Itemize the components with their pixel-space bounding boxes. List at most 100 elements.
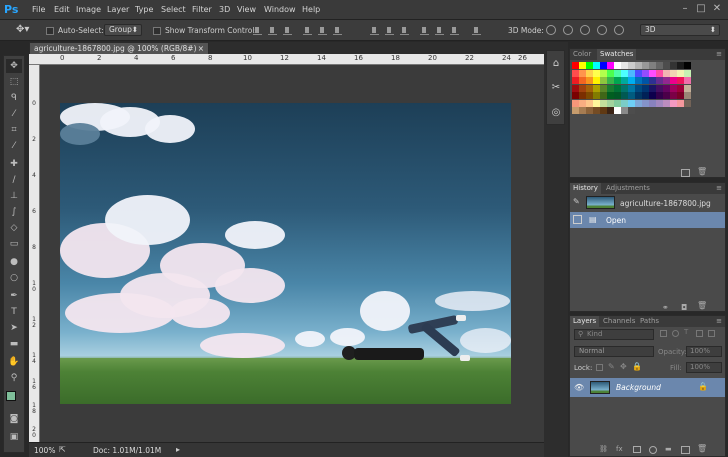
color-swatch[interactable] — [670, 69, 677, 77]
type-tool-icon[interactable]: T — [6, 305, 22, 319]
color-swatch[interactable] — [614, 92, 621, 99]
color-swatch[interactable] — [579, 99, 586, 107]
color-swatch[interactable] — [670, 92, 677, 99]
color-swatch[interactable] — [621, 69, 628, 77]
menu-3d[interactable]: 3D — [219, 5, 230, 14]
fill-field[interactable]: 100% — [686, 362, 722, 373]
color-swatch[interactable] — [635, 77, 642, 84]
lock-transparent-icon[interactable] — [596, 364, 603, 371]
path-select-tool-icon[interactable]: ➤ — [6, 321, 22, 335]
color-swatch[interactable] — [649, 77, 656, 84]
screen-mode-icon[interactable]: ▣ — [6, 430, 22, 444]
color-swatch[interactable] — [656, 92, 663, 99]
color-swatch[interactable] — [600, 92, 607, 99]
color-swatch[interactable] — [684, 99, 691, 107]
color-swatch[interactable] — [572, 84, 579, 92]
color-swatch[interactable] — [614, 107, 621, 114]
move-tool-icon[interactable]: ✥ — [6, 59, 22, 73]
color-swatch[interactable] — [684, 92, 691, 99]
color-swatch[interactable] — [642, 62, 649, 69]
menu-edit[interactable]: Edit — [54, 5, 70, 14]
new-document-from-state-icon[interactable]: ⚭ — [662, 303, 669, 312]
color-swatch[interactable] — [649, 69, 656, 77]
color-swatch[interactable] — [593, 107, 600, 114]
new-layer-icon[interactable] — [681, 446, 690, 454]
creative-cloud-icon[interactable]: ◎ — [549, 106, 563, 120]
brush-tool-icon[interactable]: ∕ — [6, 173, 22, 187]
new-group-icon[interactable]: ▬ — [665, 445, 672, 453]
color-swatch[interactable] — [663, 77, 670, 84]
color-swatch[interactable] — [677, 84, 684, 92]
menu-file[interactable]: File — [32, 5, 45, 14]
distribute-top-icon[interactable] — [370, 26, 379, 35]
distribute-left-icon[interactable] — [420, 26, 429, 35]
history-item[interactable]: ▤ Open — [570, 212, 725, 228]
tab-paths[interactable]: Paths — [637, 316, 662, 327]
export-icon[interactable]: ⇱ — [59, 445, 66, 454]
color-swatch[interactable] — [621, 99, 628, 107]
color-swatch[interactable] — [649, 92, 656, 99]
color-swatch[interactable] — [628, 99, 635, 107]
color-swatch[interactable] — [635, 69, 642, 77]
distribute-vcenter-icon[interactable] — [385, 26, 394, 35]
color-swatch[interactable] — [600, 99, 607, 107]
drag-3d-icon[interactable] — [580, 25, 590, 35]
eraser-tool-icon[interactable]: ◇ — [6, 221, 22, 235]
color-swatch[interactable] — [593, 69, 600, 77]
trash-icon[interactable]: 🗑 — [697, 301, 707, 310]
pen-tool-icon[interactable]: ✒ — [6, 289, 22, 303]
color-swatch[interactable] — [677, 62, 684, 69]
layer-row[interactable]: 👁 Background 🔒 — [570, 378, 725, 397]
color-swatch[interactable] — [677, 92, 684, 99]
color-swatch[interactable] — [670, 99, 677, 107]
tools-presets-icon[interactable]: ✂ — [549, 81, 563, 95]
color-swatch[interactable] — [684, 69, 691, 77]
color-swatch[interactable] — [600, 84, 607, 92]
align-vcenter-icon[interactable] — [268, 26, 277, 35]
menu-image[interactable]: Image — [76, 5, 101, 14]
maximize-button[interactable]: □ — [694, 3, 708, 15]
color-swatch[interactable] — [586, 84, 593, 92]
color-swatch[interactable] — [607, 92, 614, 99]
color-swatch[interactable] — [586, 69, 593, 77]
color-swatch[interactable] — [628, 77, 635, 84]
foreground-color-swatch[interactable] — [6, 391, 16, 401]
adjustment-layer-icon[interactable] — [649, 446, 657, 454]
tab-channels[interactable]: Channels — [600, 316, 638, 327]
color-swatch[interactable] — [635, 99, 642, 107]
color-swatch[interactable] — [600, 69, 607, 77]
distribute-right-icon[interactable] — [450, 26, 459, 35]
color-swatch[interactable] — [607, 84, 614, 92]
history-brush-source-icon[interactable]: ✎ — [573, 197, 580, 206]
filter-adjustment-icon[interactable] — [672, 330, 679, 337]
color-swatch[interactable] — [677, 77, 684, 84]
layer-name[interactable]: Background — [616, 383, 661, 392]
color-swatch[interactable] — [635, 62, 642, 69]
orbit-3d-icon[interactable] — [546, 25, 556, 35]
color-swatch[interactable] — [593, 84, 600, 92]
crop-tool-icon[interactable]: ⌗ — [6, 123, 22, 137]
color-swatch[interactable] — [586, 77, 593, 84]
close-tab-icon[interactable]: × — [198, 43, 204, 54]
layer-filter-kind[interactable]: ⚲ Kind — [574, 329, 654, 340]
show-transform-checkbox[interactable] — [153, 27, 161, 35]
hand-tool-icon[interactable]: ✋ — [6, 355, 22, 369]
blur-tool-icon[interactable]: ● — [6, 255, 22, 269]
lasso-tool-icon[interactable]: ᑫ — [6, 91, 22, 105]
move-tool-preset-icon[interactable]: ✥▾ — [16, 24, 38, 37]
color-swatch[interactable] — [572, 107, 579, 114]
color-swatch[interactable] — [586, 62, 593, 69]
color-swatch[interactable] — [649, 84, 656, 92]
layer-style-icon[interactable]: fx — [616, 445, 623, 453]
menu-help[interactable]: Help — [302, 5, 320, 14]
color-swatch[interactable] — [614, 84, 621, 92]
color-swatch[interactable] — [579, 92, 586, 99]
document-tab[interactable]: agriculture-1867800.jpg @ 100% (RGB/8#) … — [29, 42, 209, 54]
color-swatch[interactable] — [670, 77, 677, 84]
color-swatch[interactable] — [600, 107, 607, 114]
document-image[interactable] — [60, 103, 511, 404]
auto-select-checkbox[interactable] — [46, 27, 54, 35]
color-swatch[interactable] — [579, 77, 586, 84]
swatches-grid[interactable] — [572, 62, 697, 115]
color-swatch[interactable] — [614, 69, 621, 77]
